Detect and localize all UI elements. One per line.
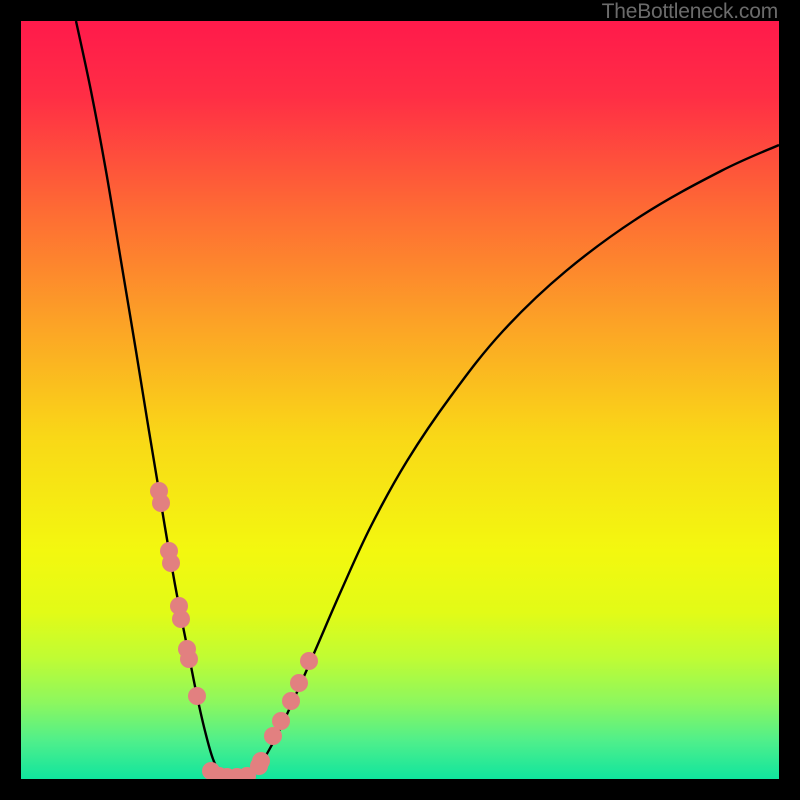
data-dot — [300, 652, 318, 670]
data-dot — [172, 610, 190, 628]
plot-area — [21, 21, 779, 779]
gradient-background — [21, 21, 779, 779]
data-dot — [252, 752, 270, 770]
chart-svg — [21, 21, 779, 779]
data-dot — [180, 650, 198, 668]
outer-frame: TheBottleneck.com — [0, 0, 800, 800]
data-dot — [152, 494, 170, 512]
data-dot — [290, 674, 308, 692]
data-dot — [162, 554, 180, 572]
data-dot — [188, 687, 206, 705]
data-dot — [282, 692, 300, 710]
data-dot — [272, 712, 290, 730]
